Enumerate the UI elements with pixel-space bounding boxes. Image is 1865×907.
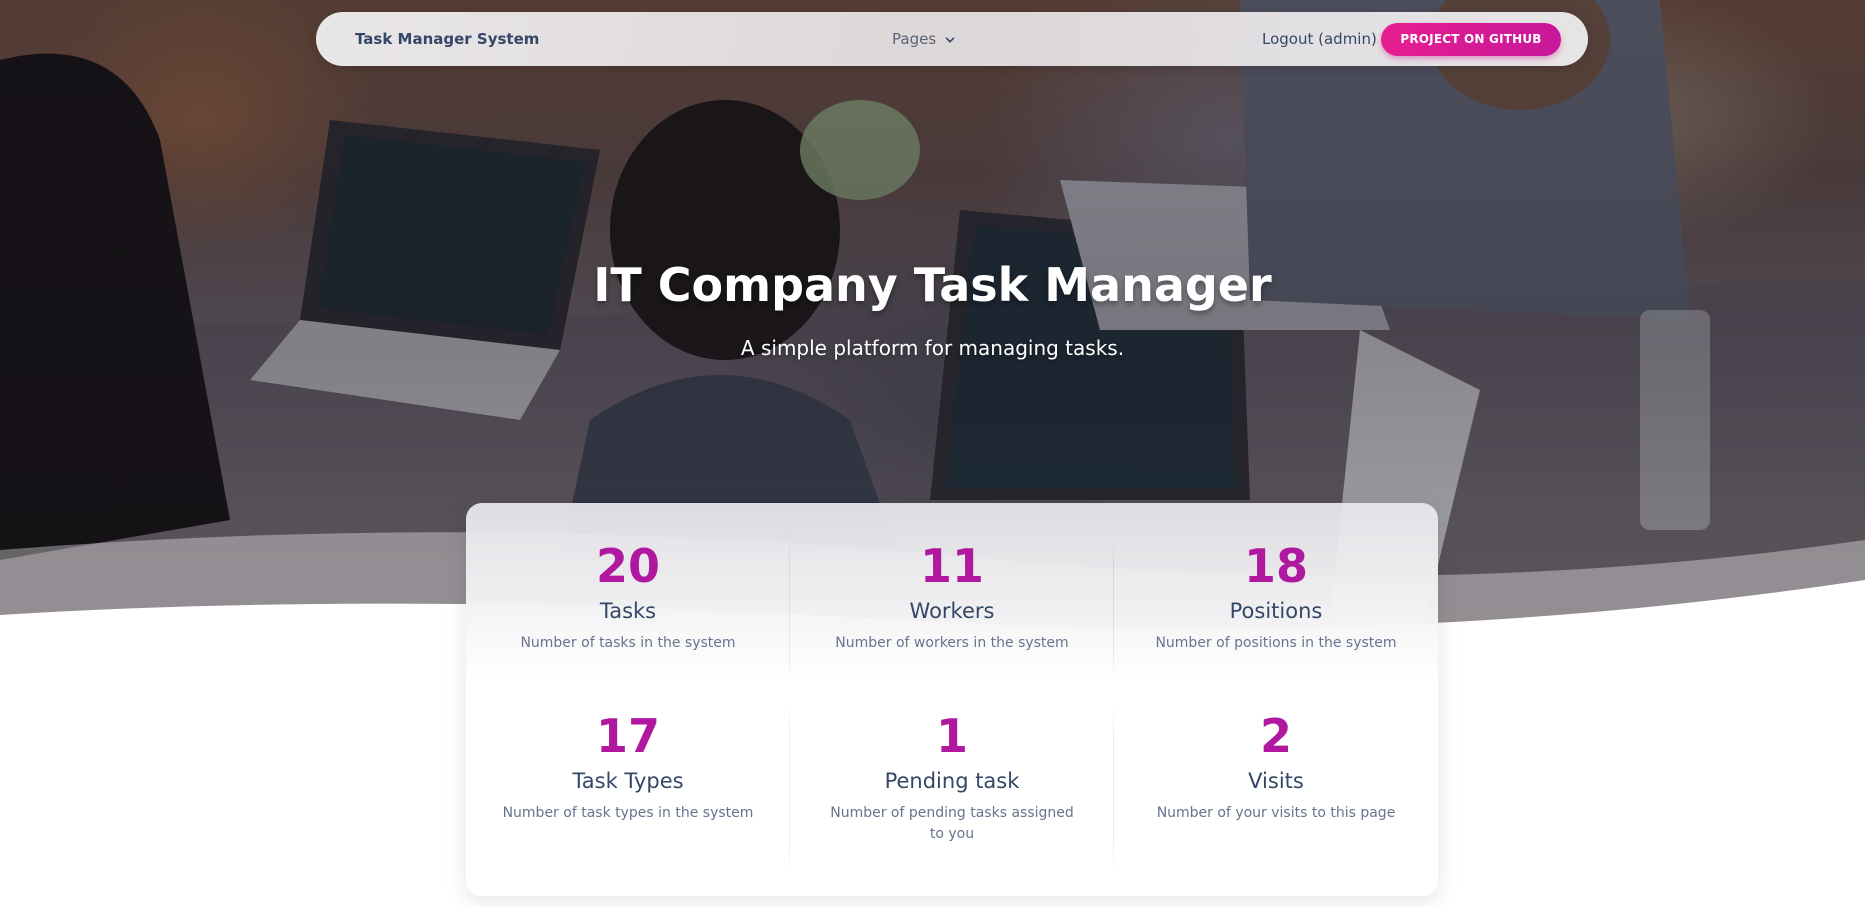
stat-value: 1 xyxy=(935,709,968,763)
stat-divider xyxy=(789,703,790,873)
stat-description: Number of positions in the system xyxy=(1155,635,1397,651)
logout-link[interactable]: Logout (admin) xyxy=(1262,12,1377,66)
stat-value: 11 xyxy=(919,539,984,593)
hero-subtitle: A simple platform for managing tasks. xyxy=(740,336,1125,360)
stat-positions: 18 Positions Number of positions in the … xyxy=(1114,539,1438,654)
stat-description: Number of tasks in the system xyxy=(520,635,736,651)
stat-label: Positions xyxy=(1229,599,1323,623)
stat-divider xyxy=(1113,533,1114,683)
hero-title: IT Company Task Manager xyxy=(593,258,1272,312)
stat-label: Task Types xyxy=(572,769,684,793)
landing-page: Task Manager System Pages Logout (admin)… xyxy=(0,0,1865,907)
stat-tasks: 20 Tasks Number of tasks in the system xyxy=(466,539,790,654)
stat-label: Visits xyxy=(1248,769,1304,793)
pages-dropdown[interactable]: Pages xyxy=(892,12,955,66)
brand-link[interactable]: Task Manager System xyxy=(355,12,539,66)
stat-description: Number of pending tasks assigned to you xyxy=(830,805,1074,842)
github-project-button[interactable]: PROJECT ON GITHUB xyxy=(1381,23,1561,56)
stat-divider xyxy=(1113,703,1114,873)
stat-value: 17 xyxy=(595,709,660,763)
stats-card: 20 Tasks Number of tasks in the system 1… xyxy=(466,503,1438,896)
stat-description: Number of your visits to this page xyxy=(1156,805,1396,821)
pages-dropdown-label: Pages xyxy=(892,30,937,48)
stat-workers: 11 Workers Number of workers in the syst… xyxy=(790,539,1114,654)
stat-description: Number of workers in the system xyxy=(835,635,1069,651)
stat-label: Tasks xyxy=(599,599,657,623)
stat-value: 18 xyxy=(1243,539,1308,593)
top-navbar: Task Manager System Pages Logout (admin)… xyxy=(316,12,1588,66)
stat-label: Workers xyxy=(909,599,995,623)
stat-task-types: 17 Task Types Number of task types in th… xyxy=(466,709,790,824)
stat-description: Number of task types in the system xyxy=(502,805,754,821)
stat-value: 20 xyxy=(595,539,660,593)
stat-pending-task: 1 Pending task Number of pending tasks a… xyxy=(790,709,1114,845)
stat-visits: 2 Visits Number of your visits to this p… xyxy=(1114,709,1438,824)
stat-divider xyxy=(789,533,790,683)
chevron-down-icon xyxy=(945,36,955,43)
stat-value: 2 xyxy=(1259,709,1292,763)
stat-label: Pending task xyxy=(884,769,1020,793)
